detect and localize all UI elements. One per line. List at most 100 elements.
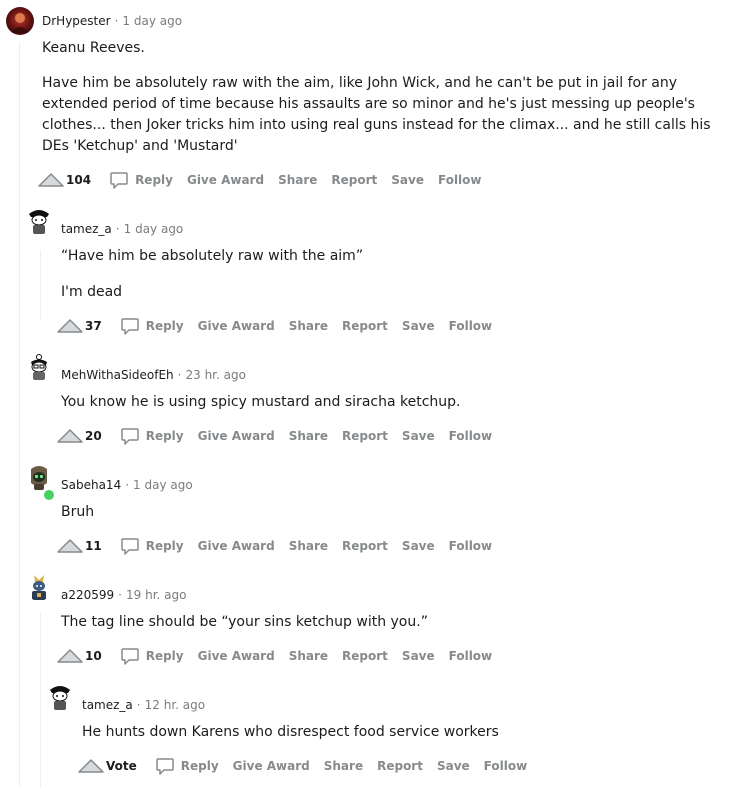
report-button[interactable]: Report xyxy=(342,319,388,333)
separator-dot: · xyxy=(114,14,119,28)
vote-group: 37 xyxy=(57,318,102,334)
upvote-icon[interactable] xyxy=(57,318,83,334)
timestamp[interactable]: 23 hr. ago xyxy=(185,368,245,382)
username[interactable]: tamez_a xyxy=(82,698,133,712)
separator-dot: · xyxy=(177,368,182,382)
vote-group: 20 xyxy=(57,428,102,444)
reply-label: Reply xyxy=(145,319,184,333)
comment-meta: tamez_a · 1 day ago xyxy=(61,222,183,236)
username[interactable]: tamez_a xyxy=(61,222,112,236)
username[interactable]: MehWithaSideofEh xyxy=(61,368,174,382)
comment-paragraph: “Have him be absolutely raw with the aim… xyxy=(61,248,364,264)
report-button[interactable]: Report xyxy=(342,539,388,553)
timestamp[interactable]: 1 day ago xyxy=(133,478,193,492)
share-button[interactable]: Share xyxy=(278,173,317,187)
save-button[interactable]: Save xyxy=(437,759,470,773)
upvote-icon[interactable] xyxy=(78,758,104,774)
give-award-button[interactable]: Give Award xyxy=(187,173,264,187)
reply-label: Reply xyxy=(145,429,184,443)
avatar[interactable] xyxy=(25,353,53,381)
comment-meta: a220599 · 19 hr. ago xyxy=(61,588,186,602)
reply-button[interactable]: Reply xyxy=(120,316,184,336)
comment-paragraph: The tag line should be “your sins ketchu… xyxy=(61,614,428,630)
upvote-icon[interactable] xyxy=(38,172,64,188)
reply-icon xyxy=(120,318,139,335)
comment-meta: DrHypester · 1 day ago xyxy=(42,14,182,28)
save-button[interactable]: Save xyxy=(391,173,424,187)
follow-button[interactable]: Follow xyxy=(449,539,493,553)
give-award-button[interactable]: Give Award xyxy=(198,429,275,443)
reply-icon xyxy=(120,538,139,555)
comment-body: You know he is using spicy mustard and s… xyxy=(61,392,721,413)
vote-score: 20 xyxy=(85,429,102,443)
comment-actions: 104 Reply Give Award Share Report Save F… xyxy=(38,168,496,192)
give-award-button[interactable]: Give Award xyxy=(198,319,275,333)
share-button[interactable]: Share xyxy=(289,649,328,663)
reply-icon xyxy=(156,758,174,775)
save-button[interactable]: Save xyxy=(402,649,435,663)
thread-line-reply-nested[interactable] xyxy=(40,612,41,788)
reply-button[interactable]: Reply xyxy=(109,170,173,190)
upvote-icon[interactable] xyxy=(57,648,83,664)
reply-button[interactable]: Reply xyxy=(120,646,184,666)
avatar[interactable] xyxy=(25,573,53,601)
follow-button[interactable]: Follow xyxy=(484,759,528,773)
timestamp[interactable]: 1 day ago xyxy=(124,222,184,236)
give-award-button[interactable]: Give Award xyxy=(233,759,310,773)
avatar[interactable] xyxy=(25,207,53,235)
vote-group: 104 xyxy=(38,172,91,188)
report-button[interactable]: Report xyxy=(377,759,423,773)
reply-icon xyxy=(110,172,128,189)
username[interactable]: DrHypester xyxy=(42,14,111,28)
username[interactable]: a220599 xyxy=(61,588,114,602)
separator-dot: · xyxy=(115,222,120,236)
timestamp[interactable]: 1 day ago xyxy=(122,14,182,28)
vote-score: 104 xyxy=(66,173,92,187)
timestamp[interactable]: 12 hr. ago xyxy=(145,698,205,712)
give-award-button[interactable]: Give Award xyxy=(198,649,275,663)
reply-label: Reply xyxy=(180,759,219,773)
vote-group: 10 xyxy=(57,648,102,664)
comment-paragraph: You know he is using spicy mustard and s… xyxy=(61,394,461,410)
share-button[interactable]: Share xyxy=(289,429,328,443)
avatar[interactable] xyxy=(46,683,74,711)
thread-line-root[interactable] xyxy=(19,42,20,788)
follow-button[interactable]: Follow xyxy=(438,173,482,187)
avatar[interactable] xyxy=(25,463,53,491)
report-button[interactable]: Report xyxy=(331,173,377,187)
save-button[interactable]: Save xyxy=(402,429,435,443)
follow-button[interactable]: Follow xyxy=(449,429,493,443)
vote-score: Vote xyxy=(106,759,137,773)
reply-label: Reply xyxy=(145,539,184,553)
comment-paragraph: I'm dead xyxy=(61,284,123,300)
username[interactable]: Sabeha14 xyxy=(61,478,121,492)
comment-paragraph: Bruh xyxy=(61,504,95,520)
upvote-icon[interactable] xyxy=(57,538,83,554)
share-button[interactable]: Share xyxy=(289,319,328,333)
share-button[interactable]: Share xyxy=(324,759,363,773)
reply-button[interactable]: Reply xyxy=(155,756,219,776)
avatar[interactable] xyxy=(6,7,34,35)
share-button[interactable]: Share xyxy=(289,539,328,553)
follow-button[interactable]: Follow xyxy=(449,319,493,333)
save-button[interactable]: Save xyxy=(402,319,435,333)
timestamp[interactable]: 19 hr. ago xyxy=(126,588,186,602)
thread-line-reply[interactable] xyxy=(40,250,41,320)
separator-dot: · xyxy=(136,698,141,712)
follow-button[interactable]: Follow xyxy=(449,649,493,663)
separator-dot: · xyxy=(125,478,130,492)
reply-button[interactable]: Reply xyxy=(120,536,184,556)
comment-meta: Sabeha14 · 1 day ago xyxy=(61,478,193,492)
comment-paragraph: Have him be absolutely raw with the aim,… xyxy=(42,75,711,154)
vote-score: 10 xyxy=(85,649,102,663)
reply-icon xyxy=(120,648,139,665)
comment-body: The tag line should be “your sins ketchu… xyxy=(61,612,721,633)
report-button[interactable]: Report xyxy=(342,429,388,443)
save-button[interactable]: Save xyxy=(402,539,435,553)
report-button[interactable]: Report xyxy=(342,649,388,663)
vote-group: Vote xyxy=(78,758,137,774)
upvote-icon[interactable] xyxy=(57,428,83,444)
separator-dot: · xyxy=(118,588,122,602)
give-award-button[interactable]: Give Award xyxy=(198,539,275,553)
reply-button[interactable]: Reply xyxy=(120,426,184,446)
